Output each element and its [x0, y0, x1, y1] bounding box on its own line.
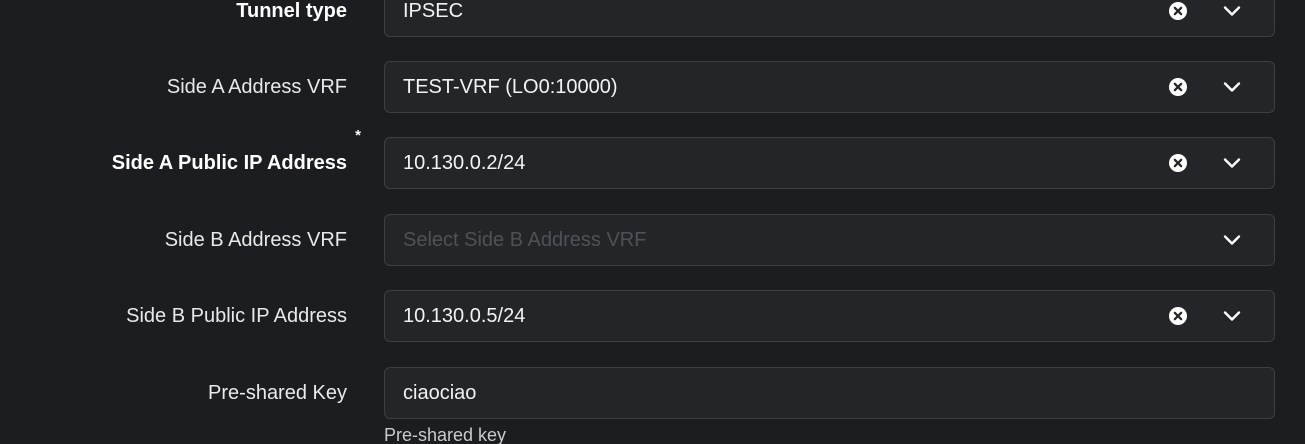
tunnel-form: Tunnel type* IPSEC Side A Address VRF TE… [0, 0, 1305, 444]
psk-input[interactable] [384, 367, 1275, 419]
side-b-vrf-row: Side B Address VRF Select Side B Address… [0, 214, 1305, 266]
side-a-ip-label-text: Side A Public IP Address [111, 152, 347, 174]
side-b-ip-select[interactable]: 10.130.0.5/24 [384, 290, 1275, 342]
tunnel-type-label: Tunnel type* [236, 0, 347, 37]
side-b-ip-label: Side B Public IP Address [126, 305, 347, 327]
side-a-ip-label: Side A Public IP Address * [111, 128, 361, 189]
psk-row: Pre-shared Key [0, 367, 1305, 419]
side-a-vrf-label: Side A Address VRF [166, 76, 347, 98]
clear-icon[interactable] [1169, 307, 1187, 325]
side-b-vrf-label: Side B Address VRF [164, 229, 347, 251]
side-a-ip-select[interactable]: 10.130.0.2/24 [384, 137, 1275, 189]
side-b-vrf-select[interactable]: Select Side B Address VRF [384, 214, 1275, 266]
tunnel-type-row: Tunnel type* IPSEC [0, 0, 1305, 37]
side-a-ip-row: Side A Public IP Address * 10.130.0.2/24 [0, 128, 1305, 189]
side-b-ip-value: 10.130.0.5/24 [403, 305, 526, 327]
chevron-down-icon[interactable] [1222, 78, 1242, 96]
side-a-vrf-value: TEST-VRF (LO0:10000) [403, 76, 618, 98]
chevron-down-icon[interactable] [1222, 231, 1242, 249]
side-a-vrf-select[interactable]: TEST-VRF (LO0:10000) [384, 61, 1275, 113]
psk-label: Pre-shared Key [208, 382, 347, 404]
side-a-ip-value: 10.130.0.2/24 [403, 152, 526, 174]
side-b-ip-row: Side B Public IP Address 10.130.0.5/24 [0, 290, 1305, 342]
clear-icon[interactable] [1169, 78, 1187, 96]
tunnel-type-label-text: Tunnel type [236, 0, 347, 22]
chevron-down-icon[interactable] [1222, 307, 1242, 325]
psk-help-text: Pre-shared key [384, 425, 507, 444]
side-b-vrf-placeholder: Select Side B Address VRF [403, 229, 647, 251]
tunnel-type-value: IPSEC [403, 0, 464, 22]
side-a-vrf-row: Side A Address VRF TEST-VRF (LO0:10000) [0, 61, 1305, 113]
chevron-down-icon[interactable] [1222, 154, 1242, 172]
required-marker: * [355, 127, 361, 144]
tunnel-type-select[interactable]: IPSEC [384, 0, 1275, 37]
clear-icon[interactable] [1169, 2, 1187, 20]
clear-icon[interactable] [1169, 154, 1187, 172]
chevron-down-icon[interactable] [1222, 2, 1242, 20]
